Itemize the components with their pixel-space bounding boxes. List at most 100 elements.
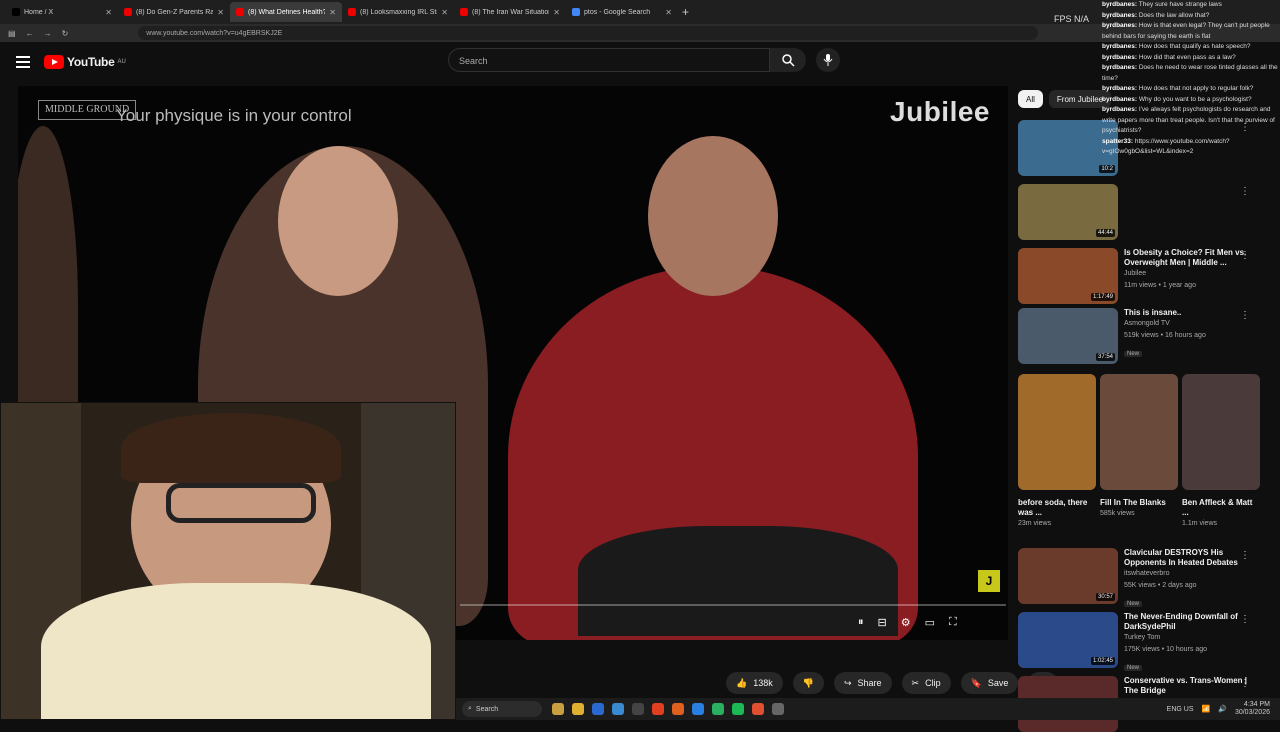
edge-icon[interactable]	[692, 703, 704, 715]
url-field[interactable]: www.youtube.com/watch?v=u4gEBRSKJ2E	[138, 26, 1039, 40]
more-options-icon[interactable]: ⋮	[1240, 614, 1250, 625]
video-title[interactable]: This is insane..	[1124, 308, 1254, 318]
close-tab-icon[interactable]: ✕	[217, 8, 224, 17]
folder-icon[interactable]	[572, 703, 584, 715]
video-thumbnail[interactable]: 37:54	[1018, 308, 1118, 364]
video-title[interactable]: The Never-Ending Downfall of DarkSydePhi…	[1124, 612, 1254, 632]
app-icon[interactable]	[752, 703, 764, 715]
more-options-icon[interactable]: ⋮	[1240, 310, 1250, 321]
app-icon[interactable]	[592, 703, 604, 715]
short-title[interactable]: Ben Affleck & Matt ...	[1182, 498, 1260, 518]
taskbar-search[interactable]: ⌕ Search	[462, 701, 542, 717]
recommended-video[interactable]: 30:57 Clavicular DESTROYS His Opponents I…	[1018, 548, 1254, 610]
clock[interactable]: 4:34 PM 30/03/2026	[1235, 701, 1270, 717]
browser-tab[interactable]: (8) Do Gen-Z Parents Raise Soft✕	[118, 2, 230, 22]
wifi-icon[interactable]: 📶	[1202, 705, 1211, 713]
sidebar-toggle-icon[interactable]: ▤	[8, 29, 16, 38]
recommended-video[interactable]: 1:02:45 The Never-Ending Downfall of Dark…	[1018, 612, 1254, 674]
browser-tab[interactable]: ptos - Google Search ✕	[566, 2, 678, 22]
recommended-video[interactable]: 1:17:49 Is Obesity a Choice? Fit Men vs. …	[1018, 248, 1254, 304]
short-thumbnail[interactable]	[1018, 374, 1096, 490]
scissors-icon: ✂	[911, 677, 920, 688]
short-item[interactable]: Ben Affleck & Matt ... 1.1m views	[1182, 374, 1260, 530]
clip-label: Clip	[925, 678, 941, 688]
video-info: The Never-Ending Downfall of DarkSydePhi…	[1124, 612, 1254, 674]
fullscreen-icon[interactable]: ⛶	[949, 616, 957, 632]
pause-icon[interactable]: ⏸	[858, 616, 864, 632]
short-item[interactable]: before soda, there was ... 23m views	[1018, 374, 1096, 530]
save-button[interactable]: 🔖 Save	[960, 672, 1019, 694]
video-title[interactable]: Clavicular DESTROYS His Opponents In Hea…	[1124, 548, 1254, 568]
video-title[interactable]: Conservative vs. Trans-Women | The Bridg…	[1124, 676, 1254, 696]
app-icon[interactable]	[672, 703, 684, 715]
like-button[interactable]: 👍 138k	[726, 672, 783, 694]
search-button[interactable]	[770, 48, 806, 72]
video-thumbnail[interactable]: 1:17:49	[1018, 248, 1118, 304]
more-options-icon[interactable]: ⋮	[1240, 250, 1250, 261]
short-thumbnail[interactable]	[1100, 374, 1178, 490]
subtitles-icon[interactable]: ⊟	[878, 616, 887, 632]
chat-text: They sure have strange laws	[1138, 1, 1222, 8]
dislike-button[interactable]: 👎	[792, 672, 824, 694]
browser-tab[interactable]: (8) The Iran War Situation Is Cr ✕	[454, 2, 566, 22]
voice-search-button[interactable]	[816, 48, 840, 72]
app-icon[interactable]	[612, 703, 624, 715]
woman-face	[278, 146, 398, 296]
short-views: 585k views	[1100, 510, 1135, 517]
video-controls: ⏸ ⊟ ⚙ ▭ ⛶	[858, 616, 957, 632]
video-title[interactable]: Is Obesity a Choice? Fit Men vs. Overwei…	[1124, 248, 1254, 268]
short-item[interactable]: Fill In The Blanks 585k views	[1100, 374, 1178, 530]
close-tab-icon[interactable]: ✕	[105, 8, 112, 17]
app-icon[interactable]	[552, 703, 564, 715]
short-title[interactable]: Fill In The Blanks	[1100, 498, 1178, 508]
language-indicator[interactable]: ENG US	[1167, 706, 1194, 713]
app-icon[interactable]	[712, 703, 724, 715]
browser-tab[interactable]: Home / X ✕	[6, 2, 118, 22]
more-options-icon[interactable]: ⋮	[1240, 678, 1250, 689]
jubilee-badge[interactable]: J	[978, 570, 1000, 592]
fps-counter: FPS N/A	[1054, 14, 1090, 24]
spotify-icon[interactable]	[732, 703, 744, 715]
chat-message: byrdbanes: How did that even pass as a l…	[1102, 53, 1280, 64]
back-icon[interactable]: ←	[26, 29, 34, 38]
close-tab-icon[interactable]: ✕	[441, 8, 448, 17]
channel-name[interactable]: itswhateverbro	[1124, 568, 1254, 580]
browser-tab[interactable]: (8) Looksmaxxing IRL Streamer ✕	[342, 2, 454, 22]
chat-message: byrdbanes: I've always felt psychologist…	[1102, 105, 1280, 137]
volume-icon[interactable]: 🔊	[1218, 705, 1227, 713]
theater-mode-icon[interactable]: ▭	[925, 616, 935, 632]
menu-icon[interactable]	[16, 56, 30, 68]
close-tab-icon[interactable]: ✕	[329, 8, 336, 17]
reload-icon[interactable]: ↻	[62, 29, 69, 38]
app-icon[interactable]	[632, 703, 644, 715]
channel-name[interactable]: Asmongold TV	[1124, 318, 1254, 330]
youtube-logo[interactable]: YouTube AU	[44, 55, 126, 69]
recommended-video[interactable]: 37:54 This is insane.. Asmongold TV 519k vi…	[1018, 308, 1254, 364]
browser-tab[interactable]: (8) What Defines Health? Fit Vs✕	[230, 2, 342, 22]
channel-name[interactable]: Turkey Tom	[1124, 632, 1254, 644]
video-thumbnail[interactable]: 30:57	[1018, 548, 1118, 604]
close-tab-icon[interactable]: ✕	[553, 8, 560, 17]
forward-icon[interactable]: →	[44, 29, 52, 38]
clip-button[interactable]: ✂ Clip	[901, 672, 951, 694]
settings-icon[interactable]: ⚙	[901, 616, 911, 632]
share-button[interactable]: ↪ Share	[833, 672, 892, 694]
tab-title: (8) The Iran War Situation Is Cr	[472, 8, 549, 16]
channel-name[interactable]: Jubilee	[1124, 268, 1254, 280]
favicon-icon	[124, 8, 132, 16]
shorts-shelf: before soda, there was ... 23m views Fill …	[1018, 374, 1260, 530]
chrome-icon[interactable]	[652, 703, 664, 715]
app-icon[interactable]	[772, 703, 784, 715]
share-label: Share	[857, 678, 882, 688]
filter-chip[interactable]: All	[1018, 90, 1043, 108]
short-thumbnail[interactable]	[1182, 374, 1260, 490]
more-options-icon[interactable]: ⋮	[1240, 550, 1250, 561]
video-thumbnail[interactable]: 1:02:45	[1018, 612, 1118, 668]
close-tab-icon[interactable]: ✕	[665, 8, 672, 17]
search-input[interactable]: Search	[448, 48, 770, 72]
new-tab-button[interactable]: +	[682, 5, 689, 19]
video-caption: Your physique is in your control	[116, 106, 352, 125]
logo-text: YouTube	[67, 55, 115, 69]
short-title[interactable]: before soda, there was ...	[1018, 498, 1096, 518]
progress-bar[interactable]	[460, 604, 1006, 606]
